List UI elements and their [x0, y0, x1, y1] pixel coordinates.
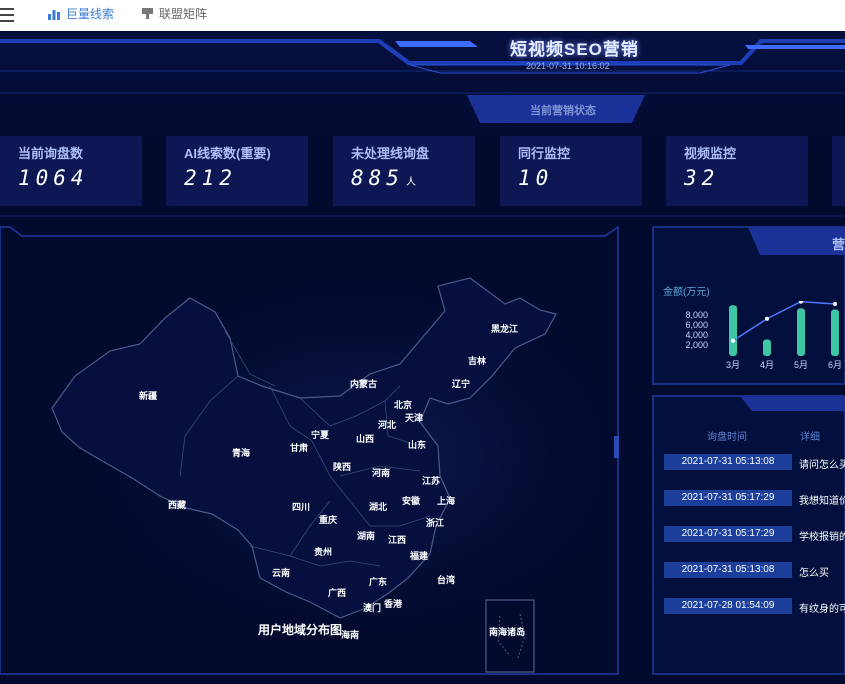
chart-line-point [799, 301, 803, 304]
monthly-amount-chart [729, 301, 839, 356]
stat-card-ai-leads: AI线索数(重要) 212 [166, 136, 308, 206]
map-label-chongqing: 重庆 [319, 515, 338, 525]
stat-label: 当前询盘数 [18, 146, 84, 161]
map-label-ningxia: 宁夏 [311, 430, 330, 440]
chart-y-axis-label: 金额(万元) [663, 287, 710, 298]
map-label-gansu: 甘肃 [290, 443, 309, 453]
stat-value: 885 人 [351, 166, 416, 190]
pin-icon [142, 8, 153, 19]
inquiry-detail[interactable]: 有纹身的可 [799, 600, 845, 615]
map-label-guizhou: 贵州 [314, 547, 333, 557]
stat-card-current-inquiries: 当前询盘数 1064 [0, 136, 142, 206]
map-label-xinjiang: 新疆 [139, 391, 158, 401]
tab-alliance-matrix[interactable]: 联盟矩阵 [142, 0, 207, 31]
map-label-hongkong: 香港 [384, 599, 403, 609]
stat-label: AI线索数(重要) [184, 146, 271, 161]
chart-series-line [732, 301, 836, 342]
inquiry-time: 2021-07-31 05:17:29 [664, 490, 792, 506]
top-tab-bar: 巨量线索 联盟矩阵 [0, 0, 845, 32]
chart-bar [763, 339, 771, 356]
map-label-xizang: 西藏 [168, 500, 187, 510]
dashboard-screen: 短视频SEO营销 2021-07-31 10:16:02 当前营销状态 当前询盘… [0, 31, 845, 684]
chart-bar [729, 305, 737, 356]
map-label-liaoning: 辽宁 [452, 379, 471, 389]
map-label-shandong: 山东 [408, 440, 427, 450]
map-label-yunnan: 云南 [272, 568, 291, 578]
map-label-jilin: 吉林 [468, 356, 487, 366]
map-label-qinghai: 青海 [232, 448, 251, 458]
bar-chart-icon [48, 10, 60, 20]
inquiry-detail[interactable]: 我想知道价 [799, 492, 845, 507]
stat-value: 1064 [18, 166, 89, 190]
map-label-shaanxi: 陕西 [333, 462, 352, 472]
stat-card-unhandled: 未处理线询盘 885 人 [333, 136, 475, 206]
column-header-time: 询盘时间 [707, 432, 747, 443]
chart-line-point [765, 316, 769, 321]
tab-label: 巨量线索 [66, 7, 115, 21]
chart-bar [797, 308, 805, 356]
map-label-nanhai: 南海诸岛 [489, 627, 526, 637]
map-label-jiangxi: 江西 [388, 535, 407, 545]
inquiry-time: 2021-07-28 01:54:09 [664, 598, 792, 614]
map-label-hubei: 湖北 [369, 502, 388, 512]
inquiry-time: 2021-07-31 05:17:29 [664, 526, 792, 542]
x-tick-label: 6月 [828, 360, 843, 370]
stat-label: 同行监控 [518, 146, 571, 161]
chart-panel-title-fragment: 营 [832, 237, 845, 252]
stat-label: 视频监控 [684, 146, 737, 161]
map-title: 用户地域分布图 [258, 623, 343, 637]
map-label-anhui: 安徽 [402, 496, 421, 506]
map-label-shanghai: 上海 [437, 496, 456, 506]
header-timestamp: 2021-07-31 10:16:02 [526, 61, 610, 71]
map-label-hainan: 海南 [341, 630, 360, 640]
map-label-fujian: 福建 [410, 551, 429, 561]
hamburger-menu-icon[interactable] [0, 8, 16, 22]
column-header-detail: 详细 [800, 432, 820, 443]
inquiry-detail[interactable]: 怎么买 [799, 564, 829, 579]
inquiry-detail[interactable]: 学校报销的 [799, 528, 845, 543]
stat-card-partial [832, 136, 845, 206]
map-label-guangxi: 广西 [328, 588, 347, 598]
status-section-title: 当前营销状态 [530, 105, 596, 117]
chart-line-point [833, 302, 837, 307]
x-tick-label: 4月 [760, 360, 775, 370]
x-tick-label: 3月 [726, 360, 741, 370]
map-label-henan: 河南 [372, 468, 391, 478]
x-tick-label: 5月 [794, 360, 809, 370]
inquiry-time: 2021-07-31 05:13:08 [664, 454, 792, 470]
stat-unit: 人 [405, 177, 416, 188]
map-label-heilongjiang: 黑龙江 [491, 324, 519, 334]
inquiry-time: 2021-07-31 05:13:08 [664, 562, 792, 578]
china-map [30, 256, 618, 673]
map-label-hebei: 河北 [378, 420, 397, 430]
map-label-shanxi: 山西 [356, 434, 375, 444]
y-tick-label: 6,000 [685, 320, 708, 330]
tab-juliang-leads[interactable]: 巨量线索 [48, 0, 114, 31]
map-label-guangdong: 广东 [369, 577, 388, 587]
chart-bar [831, 309, 839, 356]
tab-label: 联盟矩阵 [159, 7, 208, 21]
inquiry-detail[interactable]: 请问怎么买 [799, 456, 845, 471]
map-label-neimenggu: 内蒙古 [350, 379, 378, 389]
map-label-zhejiang: 浙江 [426, 518, 445, 528]
stat-value: 212 [184, 166, 237, 190]
y-tick-label: 4,000 [685, 330, 708, 340]
stat-card-peer-monitor: 同行监控 10 [500, 136, 642, 206]
map-label-macau: 澳门 [363, 603, 382, 613]
chart-line-point [731, 338, 735, 343]
stat-label: 未处理线询盘 [351, 146, 430, 161]
stat-card-video-monitor: 视频监控 32 [666, 136, 808, 206]
map-label-taiwan: 台湾 [437, 575, 456, 585]
page-title: 短视频SEO营销 [510, 40, 639, 59]
map-label-tianjin: 天津 [405, 413, 424, 423]
map-label-sichuan: 四川 [292, 502, 311, 512]
y-tick-label: 8,000 [685, 310, 708, 320]
map-label-jiangsu: 江苏 [422, 476, 441, 486]
stat-value: 32 [684, 166, 720, 190]
map-label-beijing: 北京 [394, 400, 413, 410]
map-label-hunan: 湖南 [357, 531, 376, 541]
stat-value: 10 [518, 166, 554, 190]
y-tick-label: 2,000 [685, 340, 708, 350]
